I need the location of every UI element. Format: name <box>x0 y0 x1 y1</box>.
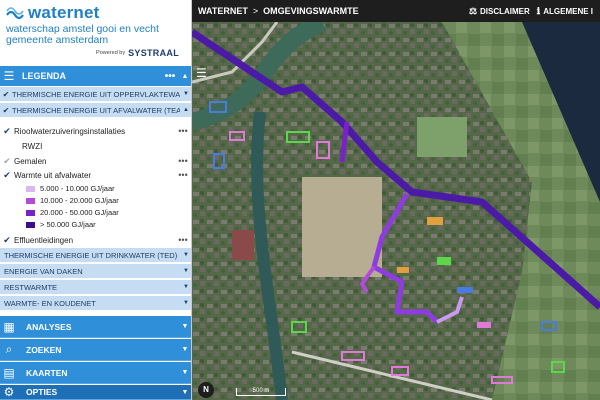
map-park <box>417 117 467 157</box>
layer-warmte-afvalwater[interactable]: ✔ Warmte uit afvalwater ••• <box>0 168 191 182</box>
legend-options-icon[interactable]: ••• <box>162 71 178 82</box>
layer-label: Warmte uit afvalwater <box>14 170 92 180</box>
chevron-up-icon[interactable]: ▲ <box>178 73 191 80</box>
checkmark-icon[interactable]: ✔ <box>0 106 12 115</box>
layer-label: Rioolwaterzuiveringsinstallaties <box>14 126 126 136</box>
checkmark-icon[interactable]: ✔ <box>0 156 14 167</box>
checkmark-icon[interactable]: ✔ <box>0 90 12 99</box>
legend-category-warmte-koudenet[interactable]: WARMTE- EN KOUDENET ▼ <box>0 296 191 311</box>
layer-options-icon[interactable]: ••• <box>174 156 191 166</box>
layer-options-icon[interactable]: ••• <box>174 126 191 136</box>
disclaimer-label: DISCLAIMER <box>480 6 530 16</box>
chevron-down-icon[interactable]: ▼ <box>178 346 191 353</box>
powered-by-label: Powered by <box>96 50 126 56</box>
category-label: ENERGIE VAN DAKEN <box>4 266 83 276</box>
legend-swatch <box>26 197 35 204</box>
chevron-down-icon[interactable]: ▼ <box>180 300 191 306</box>
map-sports-field <box>232 230 254 260</box>
checkmark-icon[interactable]: ✔ <box>0 170 14 181</box>
panel-label: OPTIES <box>26 387 58 397</box>
chevron-down-icon[interactable]: ▼ <box>180 268 191 274</box>
calculator-icon: ▦ <box>3 319 15 334</box>
legend-class-label: > 50.000 GJ/jaar <box>40 220 96 229</box>
legend-class-label: 10.000 - 20.000 GJ/jaar <box>40 196 119 205</box>
legend-swatch <box>26 209 35 216</box>
layer-rwzi-point: RWZI <box>0 139 191 153</box>
brand-name: waternet <box>28 3 100 22</box>
layer-effluentleidingen[interactable]: ✔ Effluentleidingen ••• <box>0 233 191 247</box>
panel-label: ZOEKEN <box>26 344 62 355</box>
sidebar: waternet waterschap amstel gooi en vecht… <box>0 0 192 400</box>
info-icon: ℹ <box>536 5 541 16</box>
legend-swatch <box>26 221 35 228</box>
search-icon: ⌕ <box>5 342 13 356</box>
partner-logo: SYSTRAAL <box>128 48 179 58</box>
breadcrumb-root[interactable]: WATERNET <box>192 6 248 16</box>
legend-swatch <box>26 185 35 192</box>
legend-category-daken[interactable]: ENERGIE VAN DAKEN ▼ <box>0 264 191 279</box>
legend-title: LEGENDA <box>22 71 67 81</box>
legend-class-4: > 50.000 GJ/jaar <box>26 220 96 229</box>
legend-category-restwarmte[interactable]: RESTWARMTE ▼ <box>0 280 191 295</box>
logo-area: waternet waterschap amstel gooi en vecht… <box>0 0 191 66</box>
panel-analyses[interactable]: ▦ ANALYSES ▼ <box>0 316 191 338</box>
legend-class-label: 5.000 - 10.000 GJ/jaar <box>40 184 115 193</box>
scale-bar: 500 m <box>236 388 286 396</box>
legend-header[interactable]: ☰ LEGENDA ••• ▲ <box>0 66 191 86</box>
layer-rwzi-installaties[interactable]: ✔ Rioolwaterzuiveringsinstallaties ••• <box>0 124 191 138</box>
map-icon: ▤ <box>3 365 15 380</box>
category-label: RESTWARMTE <box>4 282 58 292</box>
info-link[interactable]: ℹ ALGEMENE I <box>537 6 593 17</box>
chevron-up-icon[interactable]: ▲ <box>180 107 191 113</box>
panel-opties[interactable]: ⚙ OPTIES ▼ <box>0 385 191 400</box>
chevron-down-icon[interactable]: ▼ <box>180 252 191 258</box>
checkmark-icon[interactable]: ✔ <box>0 126 14 137</box>
legend-class-3: 20.000 - 50.000 GJ/jaar <box>26 208 119 217</box>
aerial-map[interactable] <box>189 13 600 400</box>
legend-category-oppervlaktewater[interactable]: ✔ THERMISCHE ENERGIE UIT OPPERVLAKTEWA..… <box>0 87 191 102</box>
layer-options-icon[interactable]: ••• <box>174 170 191 180</box>
category-label: THERMISCHE ENERGIE UIT OPPERVLAKTEWA... <box>12 89 180 99</box>
category-label: WARMTE- EN KOUDENET <box>4 298 96 308</box>
layer-label: Gemalen <box>14 156 47 166</box>
scale-icon: ⚖ <box>468 5 478 16</box>
layer-gemalen[interactable]: ✔ Gemalen ••• <box>0 154 191 168</box>
menu-icon[interactable]: ☰ <box>0 66 18 86</box>
chevron-down-icon[interactable]: ▼ <box>178 369 191 376</box>
layer-label: Effluentleidingen <box>14 235 74 245</box>
chevron-down-icon[interactable]: ▼ <box>180 284 191 290</box>
panel-zoeken[interactable]: ⌕ ZOEKEN ▼ <box>0 339 191 361</box>
legend-class-1: 5.000 - 10.000 GJ/jaar <box>26 184 115 193</box>
disclaimer-link[interactable]: ⚖ DISCLAIMER <box>469 6 530 17</box>
panel-label: KAARTEN <box>26 367 68 378</box>
panel-kaarten[interactable]: ▤ KAARTEN ▼ <box>0 362 191 384</box>
top-bar: WATERNET > OMGEVINGSWARMTE ⚖ DISCLAIMER … <box>192 0 600 22</box>
breadcrumb-page[interactable]: OMGEVINGSWARMTE <box>263 6 359 16</box>
panel-label: ANALYSES <box>26 321 72 332</box>
breadcrumb-separator: > <box>252 6 259 16</box>
subtitle-line-2: gemeente amsterdam <box>6 34 109 46</box>
layer-options-icon[interactable]: ••• <box>174 235 191 245</box>
chevron-down-icon[interactable]: ▼ <box>178 323 191 330</box>
chevron-down-icon[interactable]: ▼ <box>180 91 191 97</box>
info-label: ALGEMENE I <box>543 6 593 16</box>
waternet-logo-icon <box>6 7 24 20</box>
category-label: THERMISCHE ENERGIE UIT DRINKWATER (TED) <box>4 250 178 260</box>
category-label: THERMISCHE ENERGIE UIT AFVALWATER (TEA) <box>12 105 180 115</box>
map-menu-icon[interactable]: ☰ <box>196 66 207 80</box>
legend-class-2: 10.000 - 20.000 GJ/jaar <box>26 196 119 205</box>
compass-icon[interactable]: N <box>198 382 214 398</box>
checkmark-icon[interactable]: ✔ <box>0 235 14 246</box>
legend-category-drinkwater[interactable]: THERMISCHE ENERGIE UIT DRINKWATER (TED) … <box>0 248 191 263</box>
powered-by: Powered by SYSTRAAL <box>96 48 179 58</box>
map-view[interactable]: ☰ N 500 m <box>189 13 600 400</box>
layer-label: RWZI <box>22 141 43 151</box>
legend-class-label: 20.000 - 50.000 GJ/jaar <box>40 208 119 217</box>
legend-category-afvalwater[interactable]: ✔ THERMISCHE ENERGIE UIT AFVALWATER (TEA… <box>0 103 191 118</box>
map-construction-site <box>302 177 382 277</box>
gear-icon: ⚙ <box>3 385 15 399</box>
chevron-down-icon[interactable]: ▼ <box>178 389 191 396</box>
